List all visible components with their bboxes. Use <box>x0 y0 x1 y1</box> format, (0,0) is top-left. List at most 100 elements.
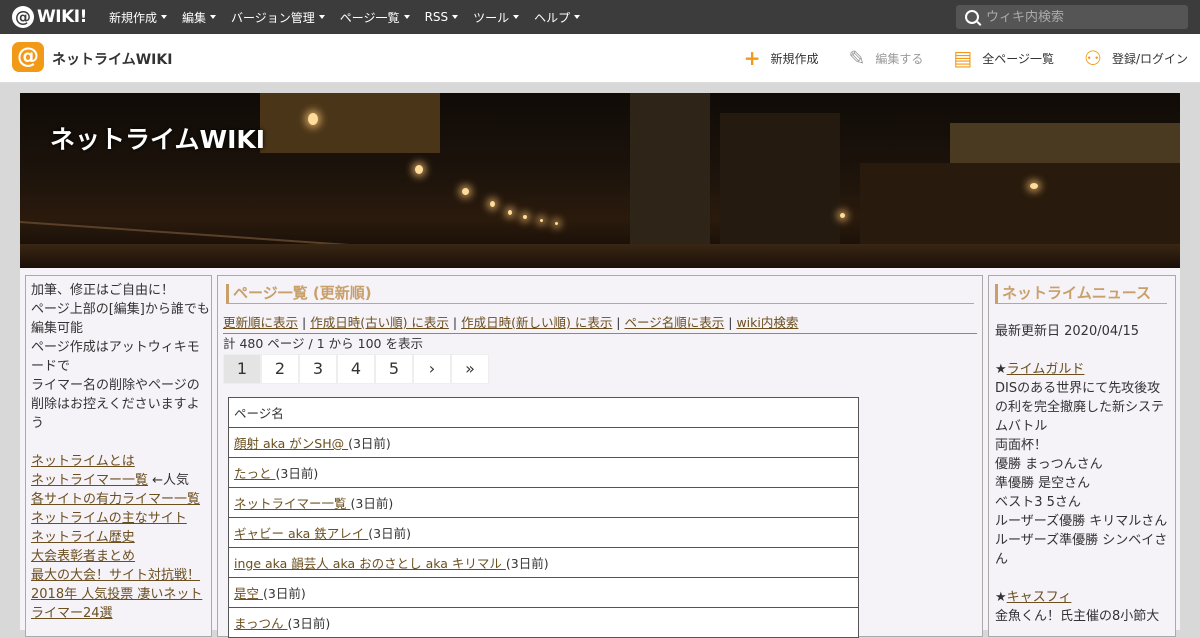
last-updated: 最新更新日 2020/04/15 <box>995 324 1140 339</box>
menu-help[interactable]: ヘルプ <box>534 9 581 26</box>
menu-link[interactable]: ネットライムとは <box>31 454 135 469</box>
news-link[interactable]: キャスフィ <box>1007 590 1072 605</box>
banner-image: ネットライムWIKI <box>20 93 1180 268</box>
street-light <box>490 201 495 207</box>
site-name[interactable]: ネットライムWIKI <box>52 49 172 69</box>
menu-link[interactable]: ネットライマー一覧 <box>31 473 148 488</box>
pagination: 1 2 3 4 5 › » <box>223 354 982 384</box>
sort-by-created-old-link[interactable]: 作成日時(古い順) に表示 <box>310 315 449 330</box>
menu-pagelist[interactable]: ページ一覧 <box>340 9 410 26</box>
all-pages-button[interactable]: ▤ 全ページ一覧 <box>953 48 1054 68</box>
table-row: 顔射 aka がンSH@ (3日前) <box>228 427 859 458</box>
sort-by-created-new-link[interactable]: 作成日時(新しい順) に表示 <box>461 315 612 330</box>
page-age: (3日前) <box>262 586 306 601</box>
menu-link[interactable]: ネットライム歴史 <box>31 530 135 545</box>
menu-version[interactable]: バージョン管理 <box>231 9 325 26</box>
news-line: 準優勝 是空さん <box>995 476 1091 491</box>
menu-new[interactable]: 新規作成 <box>109 9 168 26</box>
intro-line: 加筆、修正はご自由に！ <box>31 283 175 298</box>
page-link[interactable]: まっつん <box>234 616 287 631</box>
street-light <box>1030 183 1038 189</box>
table-row: まっつん (3日前) <box>228 607 859 638</box>
page-link[interactable]: inge aka 韻芸人 aka おのさとし aka キリマル <box>234 556 506 571</box>
banner-title: ネットライムWIKI <box>50 125 266 154</box>
menu-link[interactable]: 各サイトの有力ライマー一覧 <box>31 492 200 507</box>
menu-link[interactable]: 2018年 人気投票 凄いネットライマー24選 <box>31 587 202 621</box>
atwiki-logo[interactable]: @ WIKI! <box>12 5 87 29</box>
edit-button[interactable]: ✎ 編集する <box>849 48 924 68</box>
new-page-button[interactable]: + 新規作成 <box>744 48 819 68</box>
menu-link-row: 各サイトの有力ライマー一覧 <box>31 490 211 509</box>
street-light <box>540 219 543 222</box>
menu-pagelist-label: ページ一覧 <box>339 10 400 25</box>
caret-down-icon <box>161 15 168 19</box>
table-row: ネットライマー一覧 (3日前) <box>228 487 859 518</box>
left-menu: 加筆、修正はご自由に！ ページ上部の[編集]から誰でも編集可能 ページ作成はアッ… <box>25 275 212 637</box>
menu-help-label: ヘルプ <box>534 10 571 25</box>
page-3-button[interactable]: 3 <box>299 354 337 384</box>
plus-icon: + <box>743 46 761 70</box>
news-line: 両面杯！ <box>995 438 1048 453</box>
site-header: @ ネットライムWIKI + 新規作成 ✎ 編集する ▤ 全ページ一覧 ⚇ 登録… <box>0 34 1200 83</box>
add-user-icon: ⚇ <box>1084 46 1102 70</box>
page-age: (3日前) <box>287 616 331 631</box>
table-cell: 顔射 aka がンSH@ (3日前) <box>228 427 859 458</box>
menu-link-row: 最大の大会！サイト対抗戦！ <box>31 566 211 585</box>
news-link[interactable]: ライムガルド <box>1007 362 1085 377</box>
news-item-title: ★ライムガルド <box>995 362 1085 377</box>
menu-link[interactable]: 最大の大会！サイト対抗戦！ <box>31 568 200 583</box>
search-input[interactable] <box>986 9 1176 25</box>
edit-label: 編集する <box>875 51 924 66</box>
wiki-search-link[interactable]: wiki内検索 <box>736 315 798 330</box>
menu-rss[interactable]: RSS <box>425 10 459 24</box>
table-header: ページ名 <box>228 397 859 428</box>
page-2-button[interactable]: 2 <box>261 354 299 384</box>
street-light <box>508 210 512 215</box>
document-icon: ▤ <box>953 46 973 70</box>
banner-building <box>720 113 840 248</box>
menu-rss-label: RSS <box>424 10 449 24</box>
last-page-button[interactable]: » <box>451 354 489 384</box>
new-page-label: 新規作成 <box>770 51 819 66</box>
news-heading: ネットライムニュース <box>995 284 1167 304</box>
menu-link-row: 大会表彰者まとめ <box>31 547 211 566</box>
news-item-title: ★キャスフィ <box>995 590 1072 605</box>
sort-by-name-link[interactable]: ページ名順に表示 <box>625 315 725 330</box>
page-link[interactable]: たっと <box>234 466 275 481</box>
login-label: 登録/ログイン <box>1111 51 1188 66</box>
caret-down-icon <box>513 15 520 19</box>
page-age: (3日前) <box>505 556 549 571</box>
menu-tools-label: ツール <box>473 10 510 25</box>
sort-links: 更新順に表示 | 作成日時(古い順) に表示 | 作成日時(新しい順) に表示 … <box>223 314 977 334</box>
page-4-button[interactable]: 4 <box>337 354 375 384</box>
menu-link-row: ネットライムとは <box>31 452 211 471</box>
main-content: ページ一覧 (更新順) 更新順に表示 | 作成日時(古い順) に表示 | 作成日… <box>217 275 983 638</box>
pencil-icon: ✎ <box>848 46 866 70</box>
table-row: inge aka 韻芸人 aka おのさとし aka キリマル (3日前) <box>228 547 859 578</box>
at-logo-icon: @ <box>12 6 34 28</box>
page-age: (3日前) <box>350 496 394 511</box>
logo-wordmark: WIKI! <box>37 7 87 27</box>
page-link[interactable]: 是空 <box>234 586 263 601</box>
next-page-button[interactable]: › <box>413 354 451 384</box>
menu-tools[interactable]: ツール <box>473 9 520 26</box>
page-link[interactable]: ネットライマー一覧 <box>234 496 350 511</box>
menu-edit[interactable]: 編集 <box>182 9 217 26</box>
street-light <box>840 213 845 218</box>
table-cell: まっつん (3日前) <box>228 607 859 638</box>
page-link[interactable]: ギャビー aka 鉄アレイ <box>234 526 368 541</box>
banner-building <box>260 93 440 153</box>
table-row: 是空 (3日前) <box>228 577 859 608</box>
page-1-button[interactable]: 1 <box>223 354 261 384</box>
sort-by-updated-link[interactable]: 更新順に表示 <box>223 315 298 330</box>
page-link[interactable]: 顔射 aka がンSH@ <box>234 436 348 451</box>
banner-building <box>630 93 710 248</box>
page-list-table: ページ名 顔射 aka がンSH@ (3日前) たっと (3日前) ネットライマ… <box>228 397 859 638</box>
login-button[interactable]: ⚇ 登録/ログイン <box>1084 48 1188 68</box>
menu-link[interactable]: ネットライムの主なサイト <box>31 511 187 526</box>
page-5-button[interactable]: 5 <box>375 354 413 384</box>
page-age: (3日前) <box>275 466 319 481</box>
menu-link[interactable]: 大会表彰者まとめ <box>31 549 135 564</box>
site-logo-icon[interactable]: @ <box>12 42 44 72</box>
